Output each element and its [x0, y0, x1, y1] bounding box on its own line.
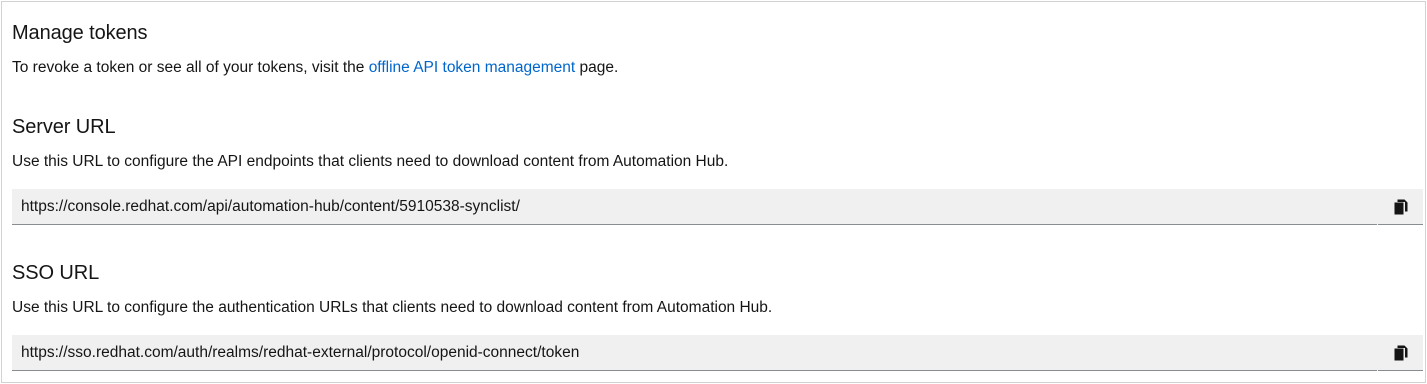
manage-tokens-text-row: To revoke a token or see all of your tok… — [12, 58, 1423, 78]
sso-url-description-row: Use this URL to configure the authentica… — [12, 298, 1423, 318]
manage-tokens-text: To revoke a token or see all of your tok… — [12, 58, 1423, 78]
copy-icon — [1394, 199, 1407, 214]
sso-url-value[interactable]: https://sso.redhat.com/auth/realms/redha… — [12, 344, 1377, 362]
sso-url-copy-button[interactable] — [1377, 334, 1423, 371]
sso-url-description: Use this URL to configure the authentica… — [12, 299, 773, 316]
server-url-clipboard: https://console.redhat.com/api/automatio… — [12, 188, 1423, 225]
server-url-description: Use this URL to configure the API endpoi… — [12, 153, 729, 170]
server-url-copy-button[interactable] — [1377, 188, 1423, 225]
manage-tokens-title: Manage tokens — [12, 22, 148, 44]
server-url-section: Server URL — [12, 116, 1423, 139]
sso-url-title: SSO URL — [12, 262, 100, 284]
manage-tokens-text-before: To revoke a token or see all of your tok… — [12, 59, 369, 76]
server-url-field: https://console.redhat.com/api/automatio… — [12, 188, 1423, 225]
copy-icon — [1394, 345, 1407, 360]
sso-url-field: https://sso.redhat.com/auth/realms/redha… — [12, 334, 1423, 371]
manage-tokens-text-after: page. — [575, 59, 619, 76]
api-token-card: Manage tokens To revoke a token or see a… — [1, 1, 1426, 383]
server-url-title: Server URL — [12, 116, 116, 138]
server-url-value[interactable]: https://console.redhat.com/api/automatio… — [12, 198, 1377, 216]
sso-url-clipboard: https://sso.redhat.com/auth/realms/redha… — [12, 334, 1423, 371]
manage-tokens-section: Manage tokens — [12, 22, 1423, 45]
offline-token-management-link[interactable]: offline API token management — [369, 59, 576, 76]
server-url-description-row: Use this URL to configure the API endpoi… — [12, 152, 1423, 172]
sso-url-section: SSO URL — [12, 262, 1423, 285]
